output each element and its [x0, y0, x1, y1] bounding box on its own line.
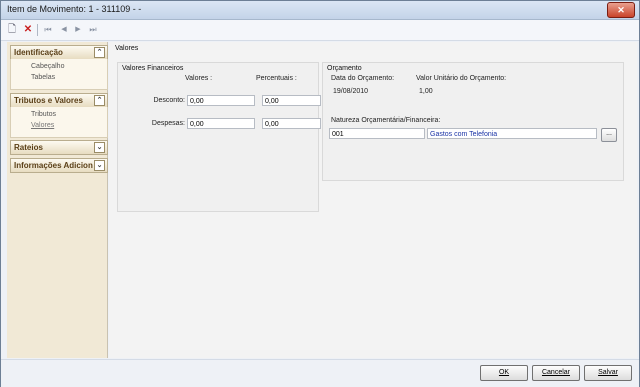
- ok-button[interactable]: OK: [480, 365, 528, 381]
- data-orcamento-label: Data do Orçamento:: [331, 75, 395, 82]
- desconto-label: Desconto:: [153, 97, 185, 104]
- col-header-valores: Valores :: [185, 75, 213, 82]
- item-movimento-window: Item de Movimento: 1 - 311109 - - ✕ 🗋 ✕ …: [0, 0, 640, 387]
- natureza-label: Natureza Orçamentária/Financeira:: [331, 117, 441, 124]
- expand-icon[interactable]: ⌄: [94, 160, 105, 171]
- sidebar-item-tabelas[interactable]: Tabelas: [31, 74, 55, 81]
- group-tributos-valores-header[interactable]: Tributos e Valores ⌃: [10, 93, 108, 108]
- group-rateios-header[interactable]: Rateios ⌄: [10, 140, 108, 155]
- group-title: Identificação: [14, 48, 63, 57]
- natureza-code-input[interactable]: 001: [329, 128, 425, 139]
- sidebar: Identificação ⌃ Cabeçalho Tabelas Tribut…: [7, 42, 108, 358]
- last-record-icon[interactable]: ⏭: [86, 23, 100, 37]
- col-header-percentuais: Percentuais :: [256, 75, 297, 82]
- save-button-label: Salvar: [598, 369, 618, 376]
- section-title: Valores: [115, 45, 139, 52]
- group-tributos-valores-body: Tributos Valores: [10, 107, 108, 138]
- group-title: Rateios: [14, 143, 43, 152]
- despesas-label: Despesas:: [151, 120, 185, 127]
- window-title: Item de Movimento: 1 - 311109 - -: [7, 4, 142, 14]
- first-record-icon[interactable]: ⏮: [41, 23, 55, 37]
- cancel-button[interactable]: Cancelar: [532, 365, 580, 381]
- close-button[interactable]: ✕: [607, 2, 635, 18]
- collapse-icon[interactable]: ⌃: [94, 95, 105, 106]
- despesas-percentual-input[interactable]: 0,00: [262, 118, 321, 129]
- toolbar-separator: [37, 24, 38, 36]
- group-identificacao-body: Cabeçalho Tabelas: [10, 59, 108, 90]
- sidebar-item-cabecalho[interactable]: Cabeçalho: [31, 63, 64, 70]
- new-document-icon[interactable]: 🗋: [5, 23, 19, 37]
- despesas-valor-input[interactable]: 0,00: [187, 118, 255, 129]
- delete-icon[interactable]: ✕: [21, 23, 35, 37]
- title-bar: Item de Movimento: 1 - 311109 - - ✕: [1, 1, 639, 20]
- footer-bar: OK Cancelar Salvar: [1, 359, 639, 387]
- group-informacoes-adicionais-header[interactable]: Informações Adicion ⌄: [10, 158, 108, 173]
- expand-icon[interactable]: ⌄: [94, 142, 105, 153]
- group-title: Tributos e Valores: [14, 96, 83, 105]
- valores-financeiros-panel: Valores Financeiros Valores : Percentuai…: [117, 62, 321, 212]
- sidebar-item-valores[interactable]: Valores: [31, 122, 54, 129]
- toolbar: 🗋 ✕ ⏮ ◀ ▶ ⏭: [1, 20, 639, 41]
- cancel-button-label: Cancelar: [541, 369, 570, 376]
- desconto-valor-input[interactable]: 0,00: [187, 95, 255, 106]
- orcamento-panel: Orçamento Data do Orçamento: 19/08/2010 …: [322, 62, 624, 181]
- panel-title: Orçamento: [327, 65, 362, 72]
- valor-unitario-label: Valor Unitário do Orçamento:: [416, 75, 507, 82]
- sidebar-item-tributos[interactable]: Tributos: [31, 111, 56, 118]
- panel-title: Valores Financeiros: [122, 65, 184, 72]
- natureza-description-field: Gastos com Telefonia: [427, 128, 597, 139]
- main-content: Valores Valores Financeiros Valores : Pe…: [109, 42, 637, 358]
- save-button[interactable]: Salvar: [584, 365, 632, 381]
- group-identificacao-header[interactable]: Identificação ⌃: [10, 45, 108, 60]
- valor-unitario-value: 1,00: [419, 88, 433, 95]
- desconto-percentual-input[interactable]: 0,00: [262, 95, 321, 106]
- collapse-icon[interactable]: ⌃: [94, 47, 105, 58]
- data-orcamento-value: 19/08/2010: [333, 88, 369, 95]
- previous-record-icon[interactable]: ◀: [57, 23, 71, 37]
- ok-button-label: OK: [498, 369, 510, 376]
- group-title: Informações Adicion: [14, 161, 93, 170]
- next-record-icon[interactable]: ▶: [71, 23, 85, 37]
- natureza-lookup-button[interactable]: ...: [601, 128, 617, 142]
